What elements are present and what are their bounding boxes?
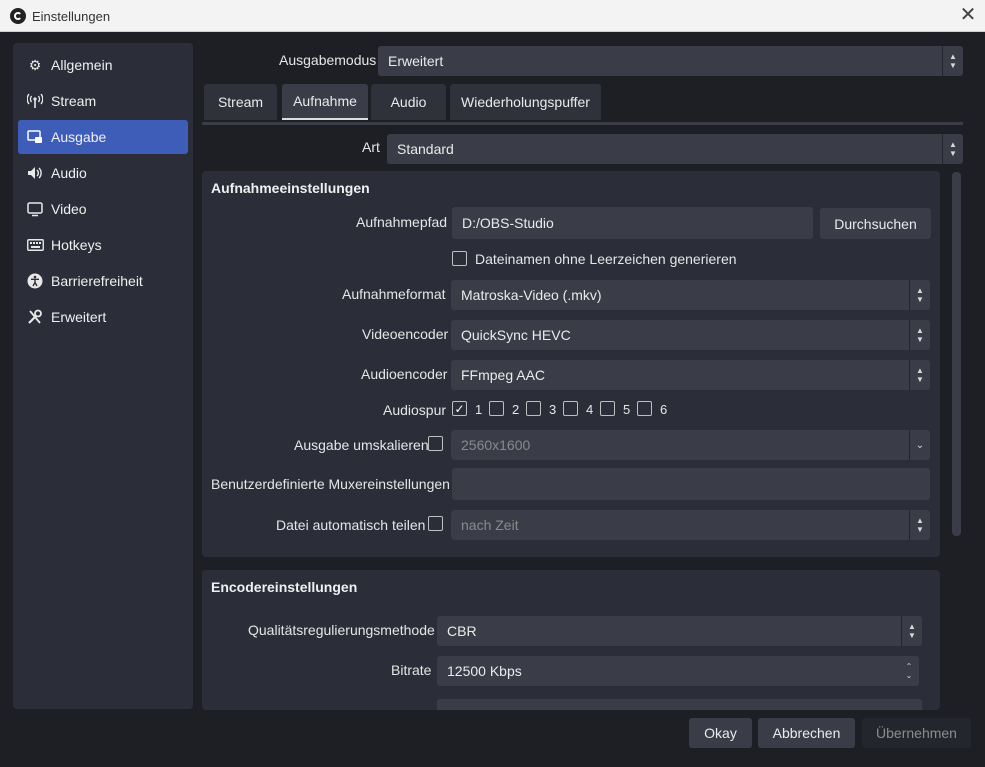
auto-split-value: nach Zeit	[461, 517, 519, 533]
output-icon	[26, 128, 44, 146]
sidebar-item-label: Allgemein	[51, 57, 113, 73]
output-mode-label: Ausgabemodus	[279, 52, 377, 68]
no-space-filename-checkbox[interactable]	[452, 251, 467, 266]
audio-track-6-label: 6	[660, 402, 668, 417]
audio-track-4-checkbox[interactable]	[563, 401, 578, 416]
sidebar-item-label: Erweitert	[51, 309, 107, 325]
recording-settings-title: Aufnahmeeinstellungen	[211, 180, 370, 196]
sidebar-item-erweitert[interactable]: Erweitert	[18, 300, 188, 334]
antenna-icon	[26, 92, 44, 110]
auto-split-checkbox[interactable]	[428, 516, 443, 531]
art-label: Art	[362, 139, 380, 155]
spinner-arrows-icon: ▲ ▼	[909, 320, 930, 350]
output-mode-select[interactable]: Erweitert ▲ ▼	[378, 46, 963, 76]
sidebar-item-barrierefreiheit[interactable]: Barrierefreiheit	[18, 264, 188, 298]
audio-encoder-value: FFmpeg AAC	[461, 367, 546, 383]
cancel-button[interactable]: Abbrechen	[758, 718, 855, 748]
window-title: Einstellungen	[32, 9, 111, 24]
chevron-down-icon: ⌄	[909, 430, 930, 460]
audio-track-3-label: 3	[549, 402, 557, 417]
sidebar-item-label: Barrierefreiheit	[51, 273, 143, 289]
audio-track-5-checkbox[interactable]	[600, 401, 615, 416]
title-bar	[0, 0, 985, 32]
sidebar-item-ausgabe[interactable]: Ausgabe	[18, 120, 188, 154]
sidebar-item-label: Video	[51, 201, 87, 217]
spinner-arrows-icon: ▲ ▼	[901, 616, 922, 646]
tab-audio[interactable]: Audio	[371, 84, 446, 120]
audio-track-1-checkbox[interactable]: ✓	[452, 401, 467, 416]
audio-track-5-label: 5	[623, 402, 631, 417]
bitrate-label: Bitrate	[391, 662, 432, 678]
tab-stream[interactable]: Stream	[204, 84, 277, 120]
monitor-icon	[26, 200, 44, 218]
recording-path-label: Aufnahmepfad	[356, 214, 448, 230]
ok-button[interactable]: Okay	[689, 718, 752, 748]
audio-track-1-label: 1	[475, 402, 483, 417]
video-encoder-value: QuickSync HEVC	[461, 327, 571, 343]
bitrate-spinbox[interactable]: 12500 Kbps ⌃ ⌄	[437, 656, 919, 686]
accessibility-icon	[26, 272, 44, 290]
auto-split-label: Datei automatisch teilen	[276, 517, 426, 533]
bitrate-value: 12500 Kbps	[447, 663, 522, 679]
spinner-arrows-icon: ⌃ ⌄	[905, 662, 913, 680]
audio-encoder-label: Audioencoder	[361, 366, 448, 382]
tab-divider	[202, 122, 963, 125]
video-encoder-select[interactable]: QuickSync HEVC ▲ ▼	[451, 320, 930, 350]
rate-control-value: CBR	[447, 623, 477, 639]
audio-track-6-checkbox[interactable]	[637, 401, 652, 416]
recording-format-select[interactable]: Matroska-Video (.mkv) ▲ ▼	[451, 280, 930, 310]
rate-control-label: Qualitätsregulierungsmethode	[248, 622, 435, 638]
sidebar-item-allgemein[interactable]: ⚙ Allgemein	[18, 48, 188, 82]
tools-icon	[26, 308, 44, 326]
close-icon[interactable]: ✕	[958, 4, 978, 26]
sidebar-item-label: Ausgabe	[51, 129, 107, 145]
apply-button[interactable]: Übernehmen	[862, 718, 971, 748]
custom-muxer-label: Benutzerdefinierte Muxereinstellungen	[211, 476, 450, 492]
output-mode-value: Erweitert	[388, 53, 444, 69]
recording-path-input[interactable]: D:/OBS-Studio	[452, 207, 813, 239]
video-encoder-label: Videoencoder	[362, 326, 449, 342]
speaker-icon	[26, 164, 44, 182]
rescale-resolution-value: 2560x1600	[461, 437, 531, 453]
recording-format-value: Matroska-Video (.mkv)	[461, 287, 602, 303]
sidebar-item-label: Stream	[51, 93, 97, 109]
sidebar-item-label: Hotkeys	[51, 237, 102, 253]
audio-track-label: Audiospur	[383, 402, 447, 418]
sidebar-item-label: Audio	[51, 165, 87, 181]
encoder-settings-title: Encodereinstellungen	[211, 579, 358, 595]
partially-visible-select[interactable]	[437, 699, 922, 710]
auto-split-select[interactable]: nach Zeit ▲ ▼	[451, 510, 930, 540]
art-select[interactable]: Standard ▲ ▼	[387, 134, 963, 164]
sidebar-item-video[interactable]: Video	[18, 192, 188, 226]
scrollbar[interactable]	[952, 172, 961, 536]
art-value: Standard	[397, 141, 454, 157]
audio-track-4-label: 4	[586, 402, 594, 417]
audio-track-2-label: 2	[512, 402, 520, 417]
custom-muxer-input[interactable]	[452, 468, 930, 500]
keyboard-icon	[26, 236, 44, 254]
spinner-arrows-icon: ▲ ▼	[909, 280, 930, 310]
spinner-arrows-icon: ▲ ▼	[942, 134, 963, 164]
rescale-output-label: Ausgabe umskalieren	[294, 437, 429, 453]
sidebar-item-hotkeys[interactable]: Hotkeys	[18, 228, 188, 262]
spinner-arrows-icon: ▲ ▼	[942, 46, 963, 76]
obs-logo-icon	[10, 8, 26, 24]
browse-button[interactable]: Durchsuchen	[820, 208, 931, 239]
tab-aufnahme[interactable]: Aufnahme	[282, 84, 368, 120]
tab-wiederholungspuffer[interactable]: Wiederholungspuffer	[450, 84, 601, 120]
rescale-resolution-select[interactable]: 2560x1600 ⌄	[451, 430, 930, 460]
rescale-output-checkbox[interactable]	[428, 436, 443, 451]
sidebar-item-stream[interactable]: Stream	[18, 84, 188, 118]
spinner-arrows-icon: ▲ ▼	[909, 510, 930, 540]
recording-format-label: Aufnahmeformat	[342, 286, 446, 302]
audio-encoder-select[interactable]: FFmpeg AAC ▲ ▼	[451, 360, 930, 390]
spinner-arrows-icon: ▲ ▼	[909, 360, 930, 390]
audio-track-3-checkbox[interactable]	[526, 401, 541, 416]
audio-track-2-checkbox[interactable]	[489, 401, 504, 416]
no-space-filename-label: Dateinamen ohne Leerzeichen generieren	[475, 251, 737, 267]
gear-icon: ⚙	[28, 56, 42, 73]
rate-control-select[interactable]: CBR ▲ ▼	[437, 616, 922, 646]
sidebar-item-audio[interactable]: Audio	[18, 156, 188, 190]
